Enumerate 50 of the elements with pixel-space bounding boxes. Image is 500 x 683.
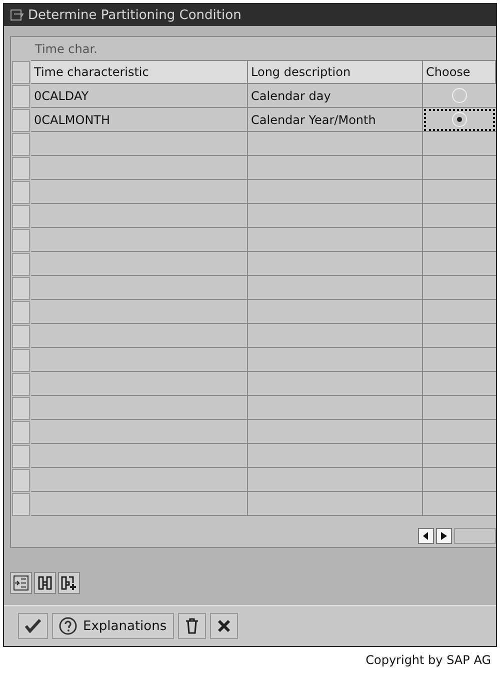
table-cell: Calendar day	[248, 84, 423, 108]
right-arrow-icon	[441, 532, 447, 540]
row-selector[interactable]	[12, 445, 30, 468]
left-arrow-icon	[423, 532, 429, 540]
scrollbar-track[interactable]	[454, 528, 496, 544]
window-icon	[10, 9, 24, 21]
find-next-button[interactable]	[58, 572, 80, 594]
row-selector[interactable]	[12, 157, 30, 180]
row-selector[interactable]	[12, 493, 30, 516]
row-selector[interactable]	[12, 181, 30, 204]
trash-icon	[184, 618, 199, 634]
help-icon	[59, 617, 77, 635]
scroll-left-button[interactable]	[418, 528, 434, 544]
row-selector[interactable]	[12, 133, 30, 156]
scroll-right-button[interactable]	[436, 528, 452, 544]
row-selector[interactable]	[12, 301, 30, 324]
row-selector[interactable]	[12, 325, 30, 348]
close-icon	[216, 619, 231, 633]
row-selector[interactable]	[12, 397, 30, 420]
table-cell: 0CALDAY	[31, 84, 248, 108]
table-title: Time char.	[34, 41, 98, 58]
row-selector[interactable]	[12, 469, 30, 492]
column-header[interactable]: Time characteristic	[31, 60, 248, 84]
binoculars-icon	[37, 575, 53, 591]
confirm-button[interactable]	[18, 613, 48, 639]
radio-button[interactable]	[452, 112, 467, 127]
row-selector[interactable]	[12, 109, 30, 132]
row-selector[interactable]	[12, 349, 30, 372]
table-cell: 0CALMONTH	[31, 108, 248, 132]
explanations-button[interactable]: Explanations	[52, 613, 174, 639]
row-selector[interactable]	[12, 373, 30, 396]
details-button[interactable]	[10, 572, 32, 594]
row-selector[interactable]	[12, 205, 30, 228]
row-selector[interactable]	[12, 277, 30, 300]
row-selector[interactable]	[12, 229, 30, 252]
binoculars-plus-icon	[61, 575, 77, 591]
column-header[interactable]: Choose	[423, 60, 496, 84]
copyright-caption: Copyright by SAP AG	[366, 652, 492, 667]
window-title: Determine Partitioning Condition	[28, 8, 242, 22]
delete-button[interactable]	[178, 613, 206, 639]
cancel-button[interactable]	[210, 613, 238, 639]
find-button[interactable]	[34, 572, 56, 594]
table-cell: Calendar Year/Month	[248, 108, 423, 132]
column-header[interactable]: Long description	[248, 60, 423, 84]
checkmark-icon	[25, 619, 41, 633]
row-selector[interactable]	[12, 253, 30, 276]
row-selector[interactable]	[12, 85, 30, 108]
row-selector[interactable]	[12, 421, 30, 444]
select-all-button[interactable]	[12, 61, 30, 84]
radio-button[interactable]	[452, 88, 467, 103]
